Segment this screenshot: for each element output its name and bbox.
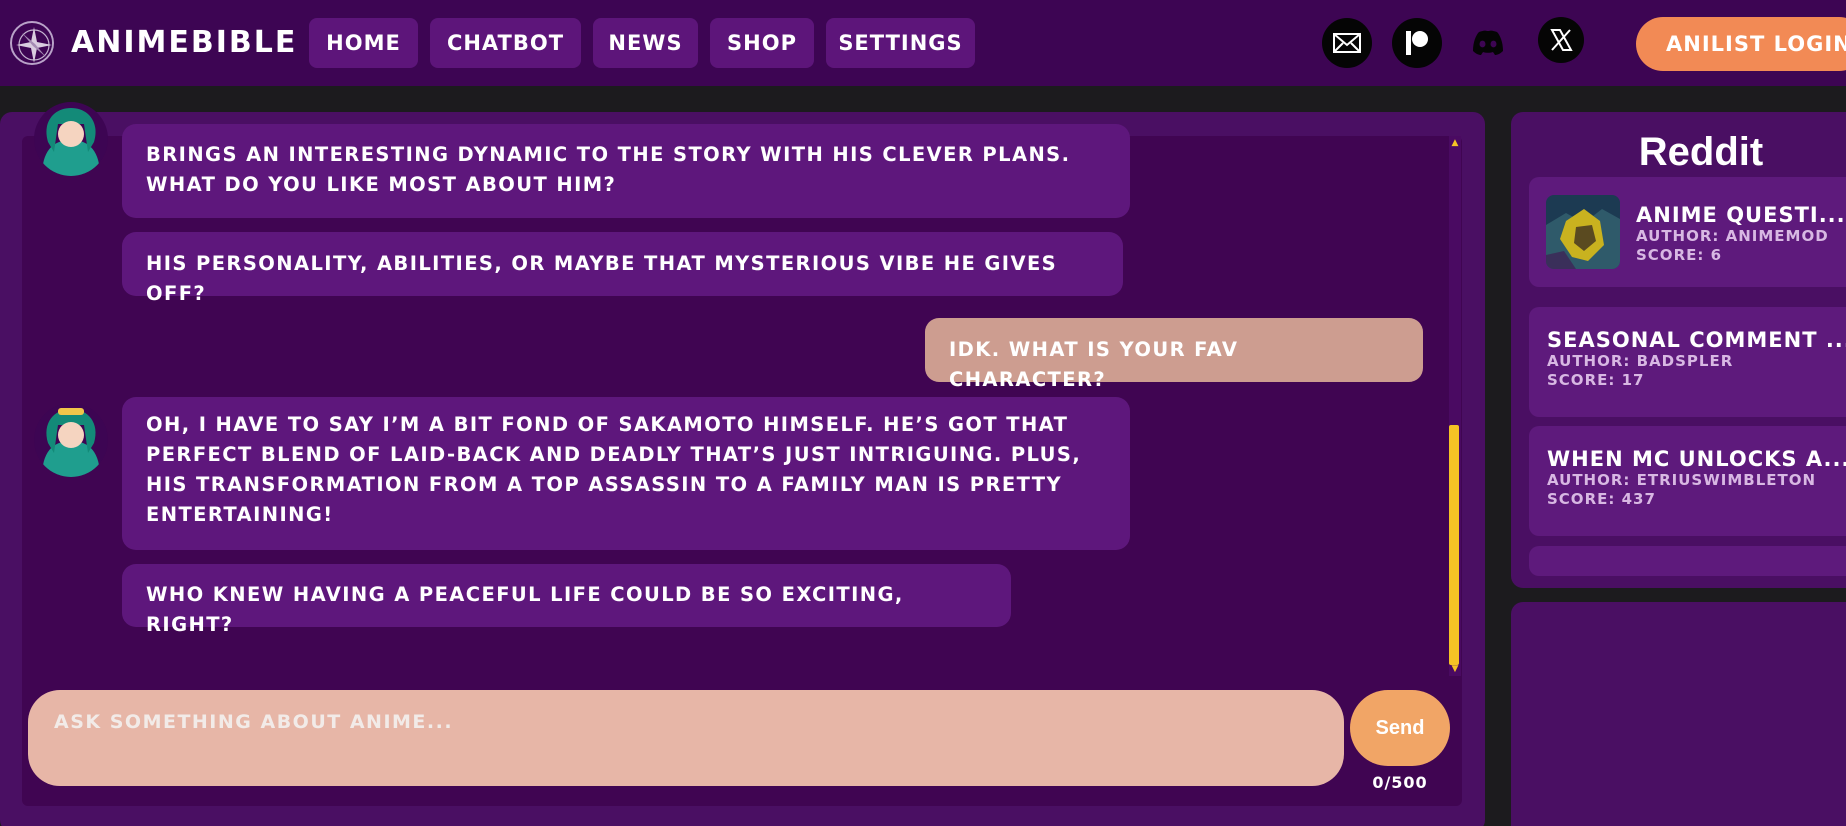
- nav-shop[interactable]: SHOP: [710, 18, 814, 68]
- nav-home[interactable]: HOME: [309, 18, 418, 68]
- post-score: SCORE: 437: [1547, 490, 1656, 508]
- post-author: AUTHOR: ETRIUSWIMBLETON: [1547, 471, 1817, 489]
- bot-message: WHO KNEW HAVING A PEACEFUL LIFE COULD BE…: [122, 564, 1011, 636]
- reddit-post-card[interactable]: ANIME QUESTI... AUTHOR: ANIMEMOD SCORE: …: [1529, 177, 1846, 287]
- chat-input-box[interactable]: [28, 690, 1344, 786]
- scroll-up-icon[interactable]: ▲: [1449, 138, 1461, 148]
- anilist-login-button[interactable]: ANILIST LOGIN: [1636, 17, 1846, 71]
- reddit-post-card[interactable]: SEASONAL COMMENT ... AUTHOR: BADSPLER SC…: [1529, 307, 1846, 417]
- bot-message: HIS PERSONALITY, ABILITIES, OR MAYBE THA…: [122, 232, 1123, 305]
- nav-chatbot[interactable]: CHATBOT: [430, 18, 581, 68]
- post-title[interactable]: ANIME QUESTI...: [1636, 202, 1846, 228]
- brand-name[interactable]: ANIMEBIBLE: [71, 24, 297, 62]
- post-score: SCORE: 6: [1636, 246, 1723, 264]
- post-author: AUTHOR: ANIMEMOD: [1636, 227, 1829, 245]
- x-icon[interactable]: [1538, 17, 1584, 63]
- post-title[interactable]: WHEN MC UNLOCKS A...: [1547, 446, 1846, 472]
- post-author: AUTHOR: BADSPLER: [1547, 352, 1734, 370]
- bot-avatar: [34, 102, 108, 176]
- send-button[interactable]: Send: [1350, 690, 1450, 766]
- user-message: IDK. WHAT IS YOUR FAV CHARACTER?: [925, 318, 1423, 391]
- bot-avatar: [34, 403, 108, 477]
- character-counter: 0/500: [1372, 773, 1428, 792]
- post-score: SCORE: 17: [1547, 371, 1645, 389]
- bot-message: BRINGS AN INTERESTING DYNAMIC TO THE STO…: [122, 124, 1130, 218]
- chat-scrollbar-thumb[interactable]: [1449, 425, 1459, 665]
- secondary-panel: [1511, 602, 1846, 826]
- patreon-icon[interactable]: [1392, 18, 1442, 68]
- post-title[interactable]: SEASONAL COMMENT ...: [1547, 327, 1846, 353]
- reddit-post-card[interactable]: WHEN MC UNLOCKS A... AUTHOR: ETRIUSWIMBL…: [1529, 426, 1846, 536]
- compass-logo-icon[interactable]: [10, 21, 54, 65]
- nav-settings[interactable]: SETTINGS: [826, 18, 975, 68]
- mail-icon[interactable]: [1322, 18, 1372, 68]
- reddit-title: Reddit: [1638, 130, 1764, 174]
- bot-message: OH, I HAVE TO SAY I’M A BIT FOND OF SAKA…: [122, 397, 1130, 550]
- nav-news[interactable]: NEWS: [593, 18, 698, 68]
- reddit-post-card-partial[interactable]: [1529, 546, 1846, 576]
- scroll-down-icon[interactable]: ▼: [1449, 664, 1461, 674]
- post-thumbnail: [1546, 195, 1620, 269]
- discord-icon[interactable]: [1463, 18, 1513, 68]
- chat-input[interactable]: [28, 690, 1344, 786]
